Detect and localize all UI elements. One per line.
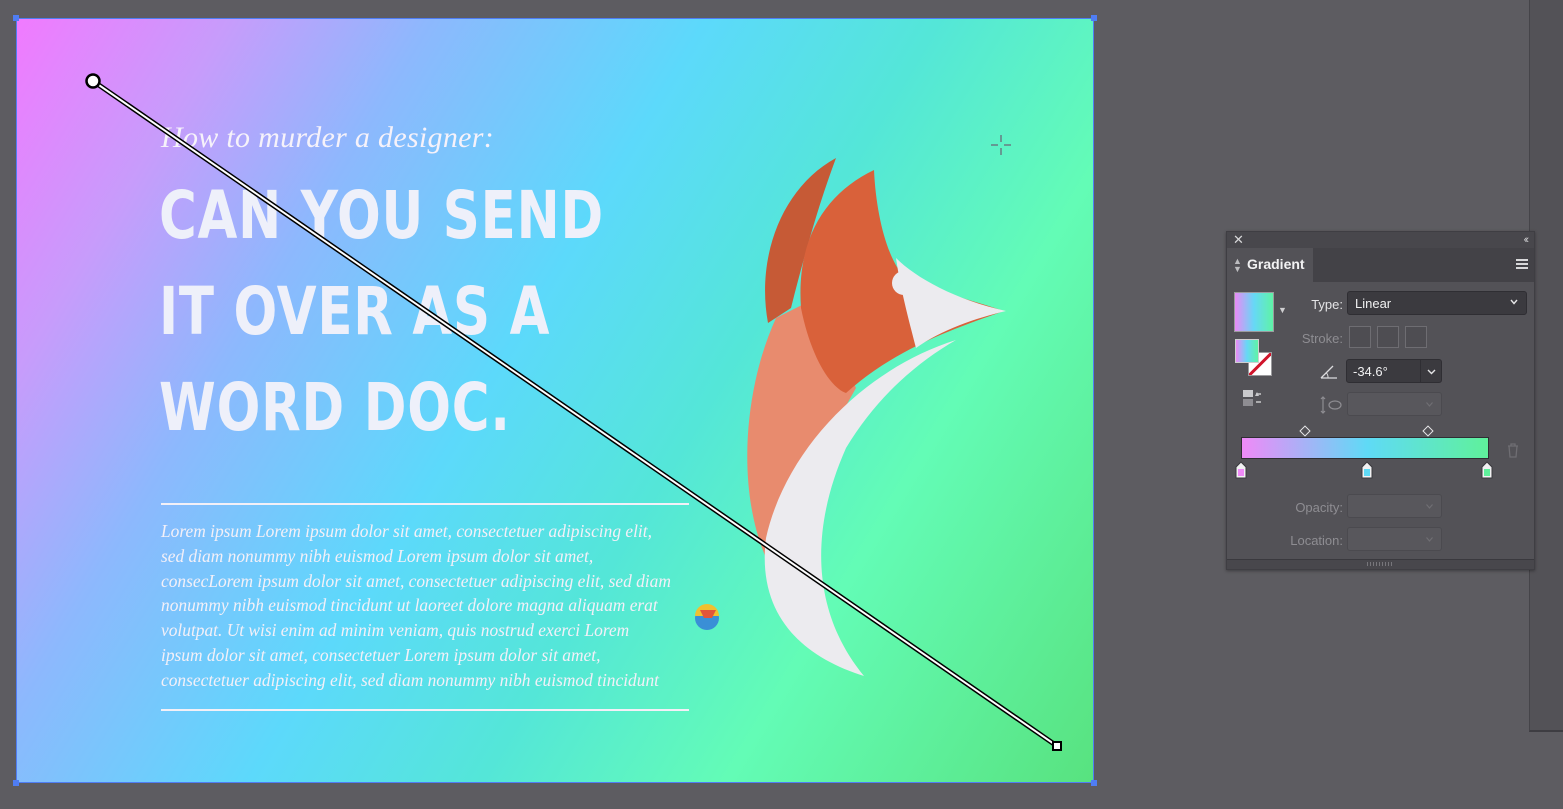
fill-stroke-swatches[interactable]: [1235, 339, 1273, 377]
tab-gradient-label: Gradient: [1247, 256, 1305, 272]
gradient-end-handle[interactable]: [1052, 741, 1062, 751]
gradient-thumbnail[interactable]: [1234, 292, 1274, 332]
location-label: Location:: [1290, 533, 1343, 548]
aspect-ratio-input[interactable]: [1347, 392, 1442, 416]
panel-tab-bar: ▲ ▼ Gradient: [1227, 248, 1534, 282]
gradient-stop[interactable]: [1234, 461, 1248, 479]
resize-grip-icon[interactable]: [1367, 562, 1393, 566]
chevron-down-icon: [1426, 537, 1433, 542]
fill-swatch[interactable]: [1235, 339, 1259, 363]
stroke-along-button[interactable]: [1377, 326, 1399, 348]
panel-menu-icon[interactable]: [1516, 259, 1528, 269]
panel-resize-bar[interactable]: [1227, 559, 1534, 569]
chevron-down-icon: [1510, 299, 1518, 305]
artboard-corner-handle[interactable]: [1091, 15, 1097, 21]
color-wheel-cursor-icon: [695, 604, 719, 630]
collapse-icon[interactable]: ‹‹: [1524, 232, 1530, 248]
gradient-stop[interactable]: [1360, 461, 1374, 479]
gradient-slider[interactable]: [1241, 437, 1489, 459]
artboard-corner-handle[interactable]: [13, 780, 19, 786]
close-icon[interactable]: ✕: [1233, 232, 1244, 248]
angle-dropdown[interactable]: [1421, 359, 1442, 383]
tab-expand-icon[interactable]: ▲ ▼: [1233, 257, 1242, 274]
midpoint-diamond[interactable]: [1422, 425, 1434, 437]
opacity-input[interactable]: [1347, 494, 1442, 518]
stroke-label: Stroke:: [1301, 331, 1343, 346]
opacity-label: Opacity:: [1295, 500, 1343, 515]
angle-value: -34.6°: [1353, 364, 1388, 379]
chevron-down-icon: [1427, 369, 1436, 375]
chevron-down-icon: [1426, 402, 1433, 407]
aspect-ratio-icon: [1320, 396, 1342, 414]
crosshair-cursor-icon: [991, 135, 1011, 155]
type-label: Type:: [1311, 297, 1343, 312]
chevron-down-icon: [1426, 504, 1433, 509]
midpoint-diamond[interactable]: [1299, 425, 1311, 437]
angle-input[interactable]: -34.6°: [1346, 359, 1421, 383]
gradient-thumbnail-dropdown-icon[interactable]: ▼: [1278, 305, 1287, 315]
type-select[interactable]: Linear: [1347, 291, 1527, 315]
stroke-across-button[interactable]: [1405, 326, 1427, 348]
panel-title-bar[interactable]: ✕ ‹‹: [1227, 232, 1534, 248]
reverse-gradient-icon[interactable]: [1241, 388, 1263, 408]
location-input[interactable]: [1347, 527, 1442, 551]
artboard[interactable]: How to murder a designer: CAN YOU SEND I…: [16, 18, 1094, 783]
type-value: Linear: [1355, 296, 1392, 311]
gradient-origin-handle[interactable]: [85, 73, 101, 89]
stroke-within-button[interactable]: [1349, 326, 1371, 348]
angle-icon: [1320, 365, 1337, 379]
artboard-corner-handle[interactable]: [13, 15, 19, 21]
gradient-annotator-layer: [85, 73, 1062, 751]
gradient-panel: ✕ ‹‹ ▲ ▼ Gradient ▼ Type: Linear Stroke: …: [1226, 231, 1535, 570]
artboard-corner-handle[interactable]: [1091, 780, 1097, 786]
gradient-annotator-line[interactable]: [92, 80, 1058, 747]
trash-icon[interactable]: [1506, 442, 1520, 458]
gradient-stop[interactable]: [1480, 461, 1494, 479]
tab-gradient[interactable]: ▲ ▼ Gradient: [1227, 248, 1313, 282]
